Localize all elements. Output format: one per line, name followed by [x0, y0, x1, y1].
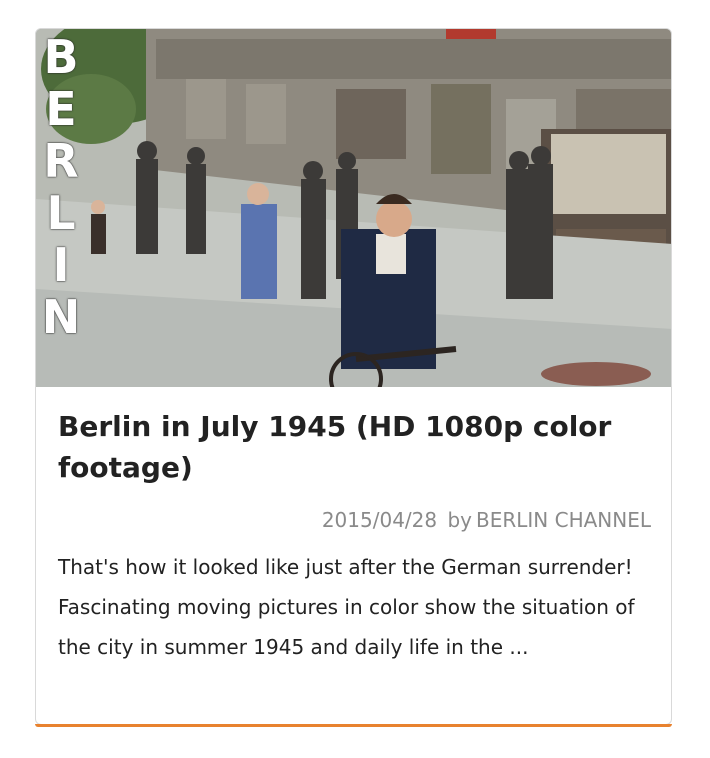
- overlay-letter: N: [41, 290, 81, 344]
- publish-date: 2015/04/28: [321, 508, 438, 532]
- video-card[interactable]: B E R L I N Berlin in July 1945 (HD 1080…: [35, 28, 672, 725]
- overlay-letter: E: [45, 82, 77, 136]
- card-excerpt: That's how it looked like just after the…: [58, 555, 635, 659]
- by-label: by: [447, 508, 472, 532]
- overlay-letter: I: [52, 238, 70, 292]
- overlay-letter: R: [43, 134, 79, 188]
- street-scene-image: [36, 29, 671, 387]
- overlay-letter: B: [43, 30, 79, 84]
- card-title[interactable]: Berlin in July 1945 (HD 1080p color foot…: [58, 406, 658, 488]
- card-meta: 2015/04/28 by BERLIN CHANNEL: [322, 505, 651, 535]
- overlay-letter: L: [46, 186, 76, 240]
- berlin-vertical-overlay: B E R L I N: [40, 31, 82, 343]
- author-link[interactable]: BERLIN CHANNEL: [476, 508, 651, 532]
- video-thumbnail[interactable]: B E R L I N: [36, 29, 671, 387]
- card-accent-bar: [35, 724, 672, 727]
